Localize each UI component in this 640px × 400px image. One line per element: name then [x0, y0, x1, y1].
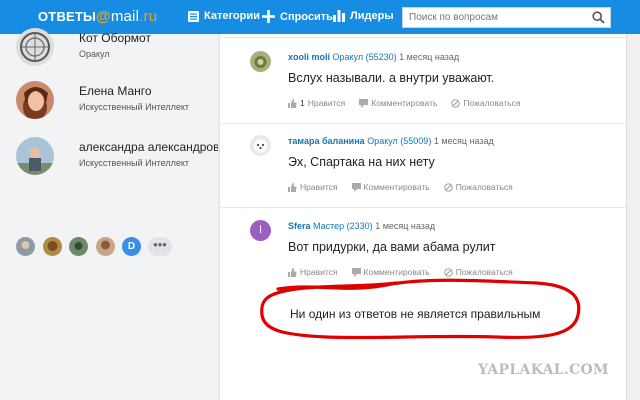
- comment-icon: [359, 98, 369, 108]
- author-name[interactable]: xooli moli: [288, 52, 330, 62]
- comment-label: Комментировать: [371, 98, 438, 108]
- author-rank: Мастер (2330): [313, 221, 373, 231]
- divider: [220, 37, 626, 38]
- comment-button[interactable]: Комментировать: [351, 182, 430, 192]
- nav-ask[interactable]: Спросить: [262, 10, 333, 23]
- answer-meta: тамара баланина Оракул (55009) 1 месяц н…: [288, 136, 494, 146]
- answers-panel: xooli moli Оракул (55230) 1 месяц назад …: [220, 34, 626, 400]
- answer-time: 1 месяц назад: [375, 221, 436, 231]
- answer-text: Вслух называли. а внутри уважают.: [288, 71, 495, 85]
- answer-meta: xooli moli Оракул (55230) 1 месяц назад: [288, 52, 459, 62]
- thumbs-up-icon: [288, 98, 297, 108]
- report-label: Пожаловаться: [463, 98, 521, 108]
- report-button[interactable]: Пожаловаться: [451, 98, 521, 108]
- report-icon: [451, 98, 461, 108]
- comment-label: Комментировать: [363, 182, 430, 192]
- like-count: 1: [300, 98, 305, 108]
- user-name[interactable]: Кот Обормот: [79, 31, 151, 45]
- answer-item: I Sfera Мастер (2330) 1 месяц назад Вот …: [250, 220, 620, 280]
- answer-text: Эх, Спартака на них нету: [288, 155, 435, 169]
- avatar[interactable]: [43, 237, 62, 256]
- user-name[interactable]: Елена Манго: [79, 84, 152, 98]
- like-label: Нравится: [307, 98, 346, 108]
- plus-icon: [262, 10, 275, 23]
- user-name[interactable]: александра александрова: [79, 140, 226, 154]
- top-bar: ОТВЕТЫ@mail.ru Категории Спросить Лидеры: [0, 0, 640, 34]
- list-icon: [188, 10, 199, 22]
- scrollbar[interactable]: [626, 34, 640, 400]
- author-rank: Оракул (55009): [367, 136, 432, 146]
- bar-chart-icon: [333, 10, 345, 22]
- more-button[interactable]: •••: [148, 237, 172, 256]
- report-icon: [443, 182, 453, 192]
- avatar[interactable]: [250, 135, 271, 156]
- verdict-text: Ни один из ответов не является правильны…: [290, 307, 541, 321]
- search-input[interactable]: [409, 10, 589, 25]
- answer-meta: Sfera Мастер (2330) 1 месяц назад: [288, 221, 435, 231]
- answer-actions: 1 Нравится Комментировать Пожаловаться: [288, 98, 535, 108]
- like-button[interactable]: Нравится: [288, 182, 338, 192]
- nav-leaders-label: Лидеры: [350, 10, 394, 22]
- author-rank: Оракул (55230): [332, 52, 397, 62]
- answer-text: Вот придурки, да вами абама рулит: [288, 240, 496, 254]
- nav-categories[interactable]: Категории: [188, 10, 260, 22]
- nav-categories-label: Категории: [204, 10, 260, 22]
- nav-leaders[interactable]: Лидеры: [333, 10, 394, 22]
- comment-icon: [351, 182, 361, 192]
- avatar[interactable]: I: [250, 220, 271, 241]
- user-rank: Оракул: [79, 49, 110, 59]
- nav-ask-label: Спросить: [280, 10, 333, 23]
- avatar: [16, 81, 54, 119]
- divider: [220, 123, 626, 124]
- sidebar: Кот Обормот Оракул Елена Манго Искусстве…: [0, 28, 226, 400]
- search-icon[interactable]: [592, 11, 605, 24]
- author-name[interactable]: Sfera: [288, 221, 311, 231]
- avatar: [16, 28, 54, 66]
- search-box: [402, 7, 611, 28]
- report-label: Пожаловаться: [455, 182, 513, 192]
- report-button[interactable]: Пожаловаться: [443, 182, 513, 192]
- avatar: [16, 137, 54, 175]
- thumbs-up-icon: [288, 182, 297, 192]
- user-rank: Искусственный Интеллект: [79, 158, 189, 168]
- avatar[interactable]: [69, 237, 88, 256]
- avatar-letter: I: [258, 224, 263, 236]
- comment-button[interactable]: Комментировать: [359, 98, 437, 108]
- avatar[interactable]: D: [122, 237, 141, 256]
- answer-item: xooli moli Оракул (55230) 1 месяц назад …: [250, 51, 620, 111]
- like-button[interactable]: 1 Нравится: [288, 98, 345, 108]
- like-label: Нравится: [300, 182, 338, 192]
- watermark: YAPLAKAL.COM: [478, 362, 609, 378]
- answer-actions: Нравится Комментировать Пожаловаться: [288, 182, 527, 192]
- avatar[interactable]: [250, 51, 271, 72]
- user-rank: Искусственный Интеллект: [79, 102, 189, 112]
- avatar[interactable]: [96, 237, 115, 256]
- author-name[interactable]: тамара баланина: [288, 136, 365, 146]
- answer-time: 1 месяц назад: [399, 52, 460, 62]
- answer-item: тамара баланина Оракул (55009) 1 месяц н…: [250, 135, 620, 195]
- divider: [220, 207, 626, 208]
- avatar[interactable]: [16, 237, 35, 256]
- site-logo[interactable]: ОТВЕТЫ@mail.ru: [38, 8, 157, 25]
- answer-time: 1 месяц назад: [433, 136, 494, 146]
